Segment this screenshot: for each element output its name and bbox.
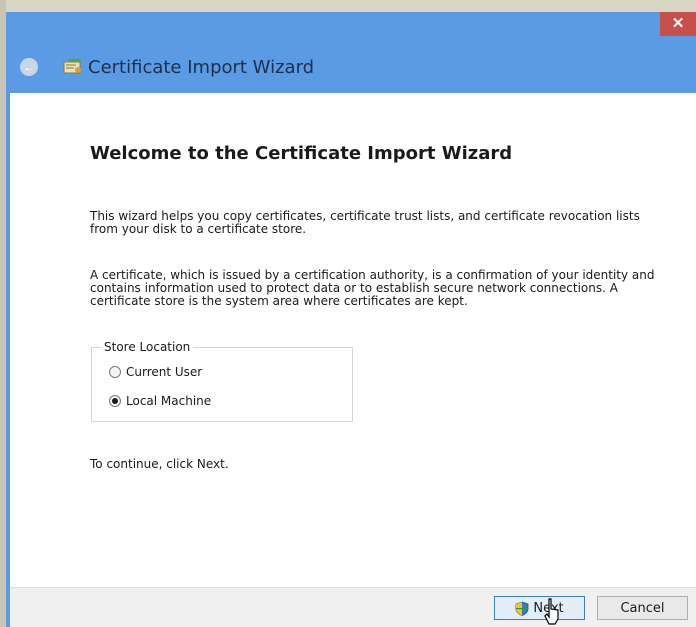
wizard-content: Welcome to the Certificate Import Wizard… xyxy=(10,93,696,627)
button-bar: Next Cancel xyxy=(10,587,696,627)
local-machine-radio[interactable] xyxy=(109,395,121,407)
cancel-button[interactable]: Cancel xyxy=(597,596,688,620)
page-title: Welcome to the Certificate Import Wizard xyxy=(90,143,513,164)
store-location-group: Store Location Current User Local Machin… xyxy=(91,340,353,422)
back-button[interactable]: ← xyxy=(20,58,38,76)
mouse-cursor-icon xyxy=(544,598,559,625)
title-bar: ✕ ← Certificate Import Wizard xyxy=(6,12,696,93)
uac-shield-icon xyxy=(515,601,529,616)
back-arrow-icon: ← xyxy=(23,60,35,74)
intro-paragraph: This wizard helps you copy certificates,… xyxy=(90,209,640,236)
cancel-button-label: Cancel xyxy=(620,600,665,616)
window-title: Certificate Import Wizard xyxy=(88,57,315,78)
certificate-description-paragraph: A certificate, which is issued by a cert… xyxy=(90,268,655,308)
current-user-option[interactable]: Current User xyxy=(109,365,202,379)
store-location-legend: Store Location xyxy=(101,340,194,354)
local-machine-option[interactable]: Local Machine xyxy=(109,394,211,408)
next-button[interactable]: Next xyxy=(494,596,585,620)
close-icon: ✕ xyxy=(671,15,685,32)
certificate-icon xyxy=(63,59,82,74)
current-user-radio[interactable] xyxy=(109,366,121,378)
wizard-window: ✕ ← Certificate Import Wizard Welcome to… xyxy=(6,12,696,627)
local-machine-label[interactable]: Local Machine xyxy=(126,394,211,408)
current-user-label[interactable]: Current User xyxy=(126,365,202,379)
continue-instruction: To continue, click Next. xyxy=(90,457,229,471)
close-button[interactable]: ✕ xyxy=(660,12,696,36)
